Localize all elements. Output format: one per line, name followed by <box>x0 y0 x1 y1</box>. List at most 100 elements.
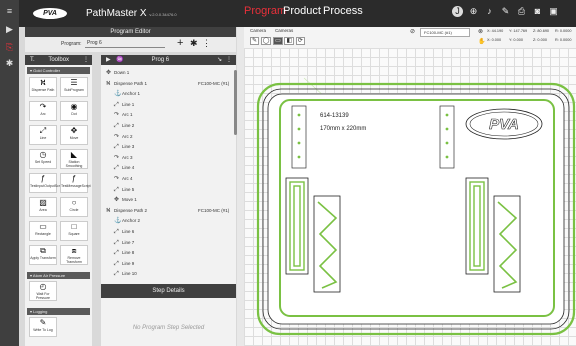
circle-icon: ○ <box>71 198 77 207</box>
step-label: Line 6 <box>122 229 135 234</box>
tool-button-dispense-path[interactable]: ⛕ Dispense Path <box>29 77 57 97</box>
step-row[interactable]: ⤢ Line 2 <box>114 121 234 130</box>
step-row[interactable]: ⤢ Line 9 <box>114 259 234 268</box>
more-icon[interactable]: ⋮ <box>83 55 89 65</box>
image-tool-icon[interactable]: ▭ <box>273 37 283 45</box>
tool-label: Move <box>69 136 79 140</box>
add-circle-icon[interactable]: ⊕ <box>468 6 479 17</box>
step-row[interactable]: ✥ Move 1 <box>114 195 234 204</box>
step-row[interactable]: ✥ Down 1 <box>106 68 226 77</box>
bell-icon[interactable]: ♪ <box>484 6 495 17</box>
script-icon: ƒ <box>40 174 46 183</box>
text-tool-icon[interactable]: T. <box>30 57 35 63</box>
step-row[interactable]: ⤢ Line 6 <box>114 227 234 236</box>
toolbox-title: Toolbox <box>48 57 70 63</box>
frame-tool-icon[interactable]: ◧ <box>284 37 295 45</box>
square-icon: □ <box>71 222 77 231</box>
more-icon[interactable]: ⋮ <box>202 38 211 49</box>
tool-button-testinputoutputscript[interactable]: ƒ TestInputOutputScript <box>29 173 64 193</box>
tool-button-testmessagescript[interactable]: ƒ TestMessageScript <box>60 173 91 193</box>
tab-product[interactable]: Product <box>283 5 321 17</box>
tool-select[interactable]: FC100-MC (#1) <box>420 28 470 37</box>
user-icon[interactable]: J <box>452 6 463 17</box>
step-row[interactable]: ⤢ Line 5 <box>114 185 234 194</box>
step-row[interactable]: ⤢ Line 10 <box>114 269 234 278</box>
tool-button-remove-transform[interactable]: ⧈ Remove Transform <box>60 245 88 265</box>
section-logging[interactable]: ▾ Logging <box>27 308 90 315</box>
tool-button-arc[interactable]: ↷ Arc <box>29 101 57 121</box>
line-icon: ⤢ <box>39 126 47 135</box>
section-gold-controller[interactable]: ▾ Gold Controller <box>27 67 90 74</box>
program-select[interactable]: Prog 6 <box>85 40 165 48</box>
tool-button-line[interactable]: ⤢ Line <box>29 125 57 145</box>
part-drawing[interactable]: 614-13139 170mm x 220mm PVA <box>244 48 576 346</box>
tool-button-circle[interactable]: ○ Circle <box>60 197 88 217</box>
offset-x: X: 0.000 <box>487 38 502 42</box>
subprogram-icon: ☰ <box>70 78 78 87</box>
settings-icon[interactable]: ✱ <box>4 58 15 69</box>
dispense-path-icon: ⛕ <box>106 207 111 214</box>
tool-button-subprogram[interactable]: ☰ SubProgram <box>60 77 88 97</box>
pen-icon[interactable]: ✎ <box>500 6 511 17</box>
cameras-tab[interactable]: Cameras <box>275 28 293 33</box>
pen-tool-icon[interactable]: ✎ <box>250 37 260 45</box>
circle-tool-icon[interactable]: ◯ <box>260 37 272 45</box>
tool-label: Dot <box>71 112 77 116</box>
check-icon[interactable]: ⊘ <box>410 28 415 35</box>
printer-icon[interactable]: ⎙ <box>516 6 527 17</box>
tool-button-area[interactable]: ▨ Area <box>29 197 57 217</box>
step-row[interactable]: ⚓Anchor 1 <box>114 89 234 98</box>
path-icon[interactable]: ♒ <box>116 57 123 63</box>
tool-button-wait-for-pressure[interactable]: ◴ Wait For Pressure <box>29 281 57 301</box>
step-row[interactable]: ⛕ Dispense Path 1 FC100-MC (#1) <box>106 79 230 88</box>
add-program-icon[interactable]: + <box>177 37 183 49</box>
step-row[interactable]: ⛕ Dispense Path 2 FC100-MC (#1) <box>106 206 229 215</box>
tool-button-apply-transform[interactable]: ⧉ Apply Transform <box>29 245 57 265</box>
more-icon[interactable]: ⋮ <box>226 55 232 65</box>
camera-tab[interactable]: Camera <box>250 28 266 33</box>
app-title-text: PathMaster X <box>86 8 147 19</box>
step-row[interactable]: ⤢ Line 8 <box>114 248 234 257</box>
step-row[interactable]: ↷ Arc 2 <box>114 132 234 141</box>
step-label: Line 4 <box>122 165 135 171</box>
camera-icon[interactable]: ◙ <box>532 6 543 17</box>
tool-button-set-speed[interactable]: ◷ Set Speed <box>29 149 57 169</box>
tool-button-station-smoothing[interactable]: ◣ Station Smoothing <box>60 149 88 169</box>
refresh-tool-icon[interactable]: ⟳ <box>295 37 305 45</box>
step-row[interactable]: ⤢ Line 7 <box>114 238 234 247</box>
menu-icon[interactable]: ≡ <box>4 6 15 17</box>
tool-label: Write To Log <box>33 328 53 332</box>
step-row[interactable]: ⤢ Line 3 <box>114 142 234 151</box>
step-tool: FC100-MC (#1) <box>198 80 230 86</box>
step-label: Line 1 <box>122 101 135 107</box>
section-atom-air[interactable]: ▾ Atom Air Pressure <box>27 272 90 279</box>
play-icon[interactable]: ▶ <box>4 24 15 35</box>
save-icon[interactable]: ▣ <box>548 6 559 17</box>
toolbox-header: T. Toolbox ⋮ <box>25 55 92 65</box>
tool-button-square[interactable]: □ Square <box>60 221 88 241</box>
part-label-id: 614-13139 <box>320 113 349 119</box>
steps-scrollbar[interactable] <box>234 70 237 135</box>
tab-process[interactable]: Process <box>323 5 363 17</box>
part-outline-inner <box>267 93 565 325</box>
tool-button-rectangle[interactable]: ▭ Rectangle <box>29 221 57 241</box>
step-row[interactable]: ↷ Arc 3 <box>114 153 234 162</box>
step-row[interactable]: ↷ Arc 1 <box>114 110 234 119</box>
collapse-icon[interactable]: ↘ <box>217 55 222 65</box>
step-row[interactable]: ⤢ Line 1 <box>114 100 234 109</box>
gear-icon[interactable]: ✱ <box>190 38 198 49</box>
tab-program[interactable]: Program <box>244 5 286 17</box>
tool-button-dot[interactable]: ◉ Dot <box>60 101 88 121</box>
step-row[interactable]: ↷ Arc 4 <box>114 174 234 183</box>
tool-button-write-to-log[interactable]: ✎ Write To Log <box>29 317 57 337</box>
tool-button-move[interactable]: ✥ Move <box>60 125 88 145</box>
step-row[interactable]: ⤢ Line 4 <box>114 163 234 172</box>
line-icon: ⤢ <box>114 101 119 108</box>
step-label: Line 3 <box>122 144 135 150</box>
program-icon[interactable]: ⎘ <box>4 42 15 53</box>
step-label: Arc 1 <box>122 112 133 118</box>
rectangle-icon: ▭ <box>39 222 47 231</box>
step-row[interactable]: ⚓Anchor 2 <box>114 216 234 225</box>
play-icon[interactable]: ▶ <box>106 57 111 63</box>
dispense-path-icon: ⛕ <box>40 78 46 87</box>
